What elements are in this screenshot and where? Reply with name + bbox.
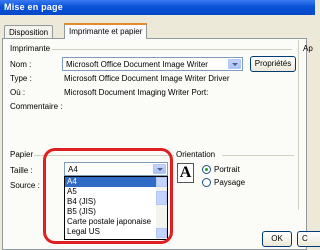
paper-group-label: Papier <box>10 150 34 159</box>
paper-size-option[interactable]: Legal US <box>65 227 157 237</box>
right-group-frame <box>298 40 315 210</box>
landscape-radio[interactable] <box>202 178 211 187</box>
scroll-down-icon[interactable] <box>156 228 167 238</box>
window-title: Mise en page <box>0 0 315 15</box>
paper-size-label: Taille : <box>10 166 33 175</box>
printer-group-label: Imprimante <box>10 44 51 53</box>
right-group-label: Ap <box>303 44 313 53</box>
paper-size-option[interactable]: A4 <box>65 177 157 187</box>
paper-size-option[interactable]: A5 <box>65 187 157 197</box>
cancel-button[interactable]: C <box>297 231 320 247</box>
orientation-portrait-icon: A <box>177 163 194 183</box>
tab-disposition[interactable]: Disposition <box>4 25 54 38</box>
printer-type-value: Microsoft Office Document Image Writer D… <box>64 74 230 83</box>
paper-size-option[interactable]: B4 (JIS) <box>65 197 157 207</box>
scroll-up-icon[interactable] <box>156 177 167 187</box>
properties-button[interactable]: Propriétés <box>250 56 296 72</box>
orientation-group-label: Orientation <box>176 150 216 159</box>
paper-size-option[interactable]: Carte postale japonaise <box>65 217 157 227</box>
paper-size-value: A4 <box>68 165 78 174</box>
paper-source-label: Source : <box>10 181 40 190</box>
portrait-radio[interactable] <box>202 165 211 174</box>
printer-comment-label: Commentaire : <box>10 102 63 111</box>
printer-where-label: Où : <box>10 88 26 97</box>
printer-name-label: Nom : <box>10 60 32 69</box>
paper-size-option[interactable]: B5 (JIS) <box>65 207 157 217</box>
printer-name-value: Microsoft Office Document Image Writer <box>66 60 208 69</box>
printer-group-divider <box>52 49 292 50</box>
paper-size-select[interactable]: A4 <box>64 162 168 176</box>
ok-button[interactable]: OK <box>262 231 292 247</box>
scrollbar-thumb[interactable] <box>156 191 167 205</box>
dropdown-scrollbar[interactable] <box>156 177 167 239</box>
landscape-label[interactable]: Paysage <box>214 178 245 187</box>
printer-where-value: Microsoft Document Imaging Writer Port: <box>64 88 209 97</box>
printer-type-label: Type : <box>10 74 32 83</box>
printer-name-select[interactable]: Microsoft Office Document Image Writer <box>62 57 243 71</box>
chevron-down-icon[interactable] <box>153 164 166 174</box>
orientation-group-divider <box>222 155 294 156</box>
paper-size-dropdown-list[interactable]: A4 A5 B4 (JIS) B5 (JIS) Carte postale ja… <box>64 176 168 240</box>
paper-group-divider <box>34 155 174 156</box>
portrait-label[interactable]: Portrait <box>214 165 240 174</box>
chevron-down-icon[interactable] <box>228 59 241 69</box>
tab-printer-paper[interactable]: Imprimante et papier <box>64 23 148 39</box>
